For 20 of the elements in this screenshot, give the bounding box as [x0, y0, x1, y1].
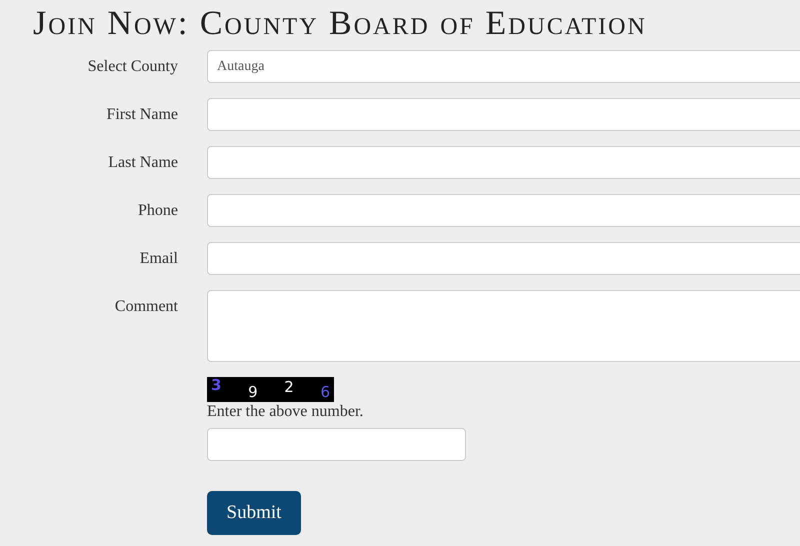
captcha-digit: 9 — [248, 384, 258, 400]
county-select[interactable]: Autauga — [207, 50, 800, 83]
field-label: Email — [138, 249, 178, 269]
input-field[interactable] — [207, 98, 800, 131]
field-label: First Name — [105, 105, 178, 125]
captcha-prompt: Enter the above number. — [207, 402, 364, 422]
submit-button[interactable]: Submit — [207, 491, 301, 535]
comment-field[interactable] — [207, 290, 800, 362]
captcha-digit: 3 — [211, 377, 222, 393]
input-field[interactable] — [207, 242, 800, 275]
field-label: Comment — [114, 297, 178, 317]
field-label: Phone — [137, 201, 178, 221]
field-label: Last Name — [107, 153, 178, 173]
captcha-digit: 6 — [320, 384, 330, 400]
captcha-digit: 2 — [284, 379, 294, 395]
captcha-field[interactable] — [207, 428, 466, 461]
field-label: Select County — [86, 57, 178, 77]
input-field[interactable] — [207, 146, 800, 179]
input-field[interactable] — [207, 194, 800, 227]
page-title: Join Now: County Board of Education — [33, 4, 647, 44]
